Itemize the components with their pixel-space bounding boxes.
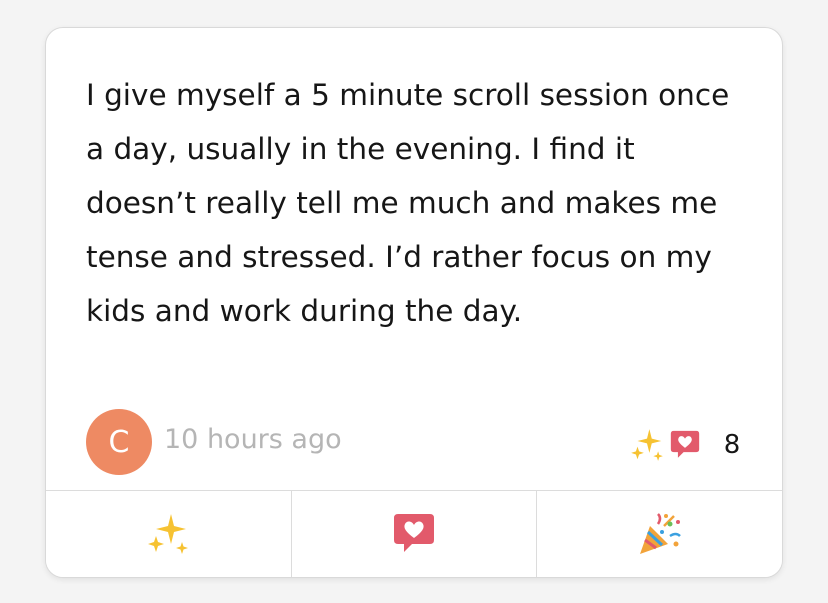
post-card: I give myself a 5 minute scroll session …	[45, 27, 783, 578]
party-popper-icon	[639, 513, 681, 554]
reaction-action-bar	[46, 490, 782, 577]
sparkles-icon	[631, 429, 663, 461]
heart-react-button[interactable]	[291, 491, 538, 577]
reaction-count: 8	[723, 430, 741, 460]
post-timestamp: 10 hours ago	[164, 424, 342, 455]
heart-speech-bubble-icon	[394, 514, 434, 552]
reaction-summary[interactable]: 8	[628, 425, 742, 465]
post-meta: C 10 hours ago 8	[86, 409, 742, 477]
sparkles-icon	[148, 514, 189, 554]
celebrate-react-button[interactable]	[537, 491, 782, 577]
post-text: I give myself a 5 minute scroll session …	[86, 78, 730, 328]
heart-speech-bubble-icon	[670, 430, 700, 458]
sparkles-react-button[interactable]	[46, 491, 292, 577]
avatar[interactable]: C	[86, 409, 152, 475]
avatar-initial: C	[108, 424, 130, 460]
